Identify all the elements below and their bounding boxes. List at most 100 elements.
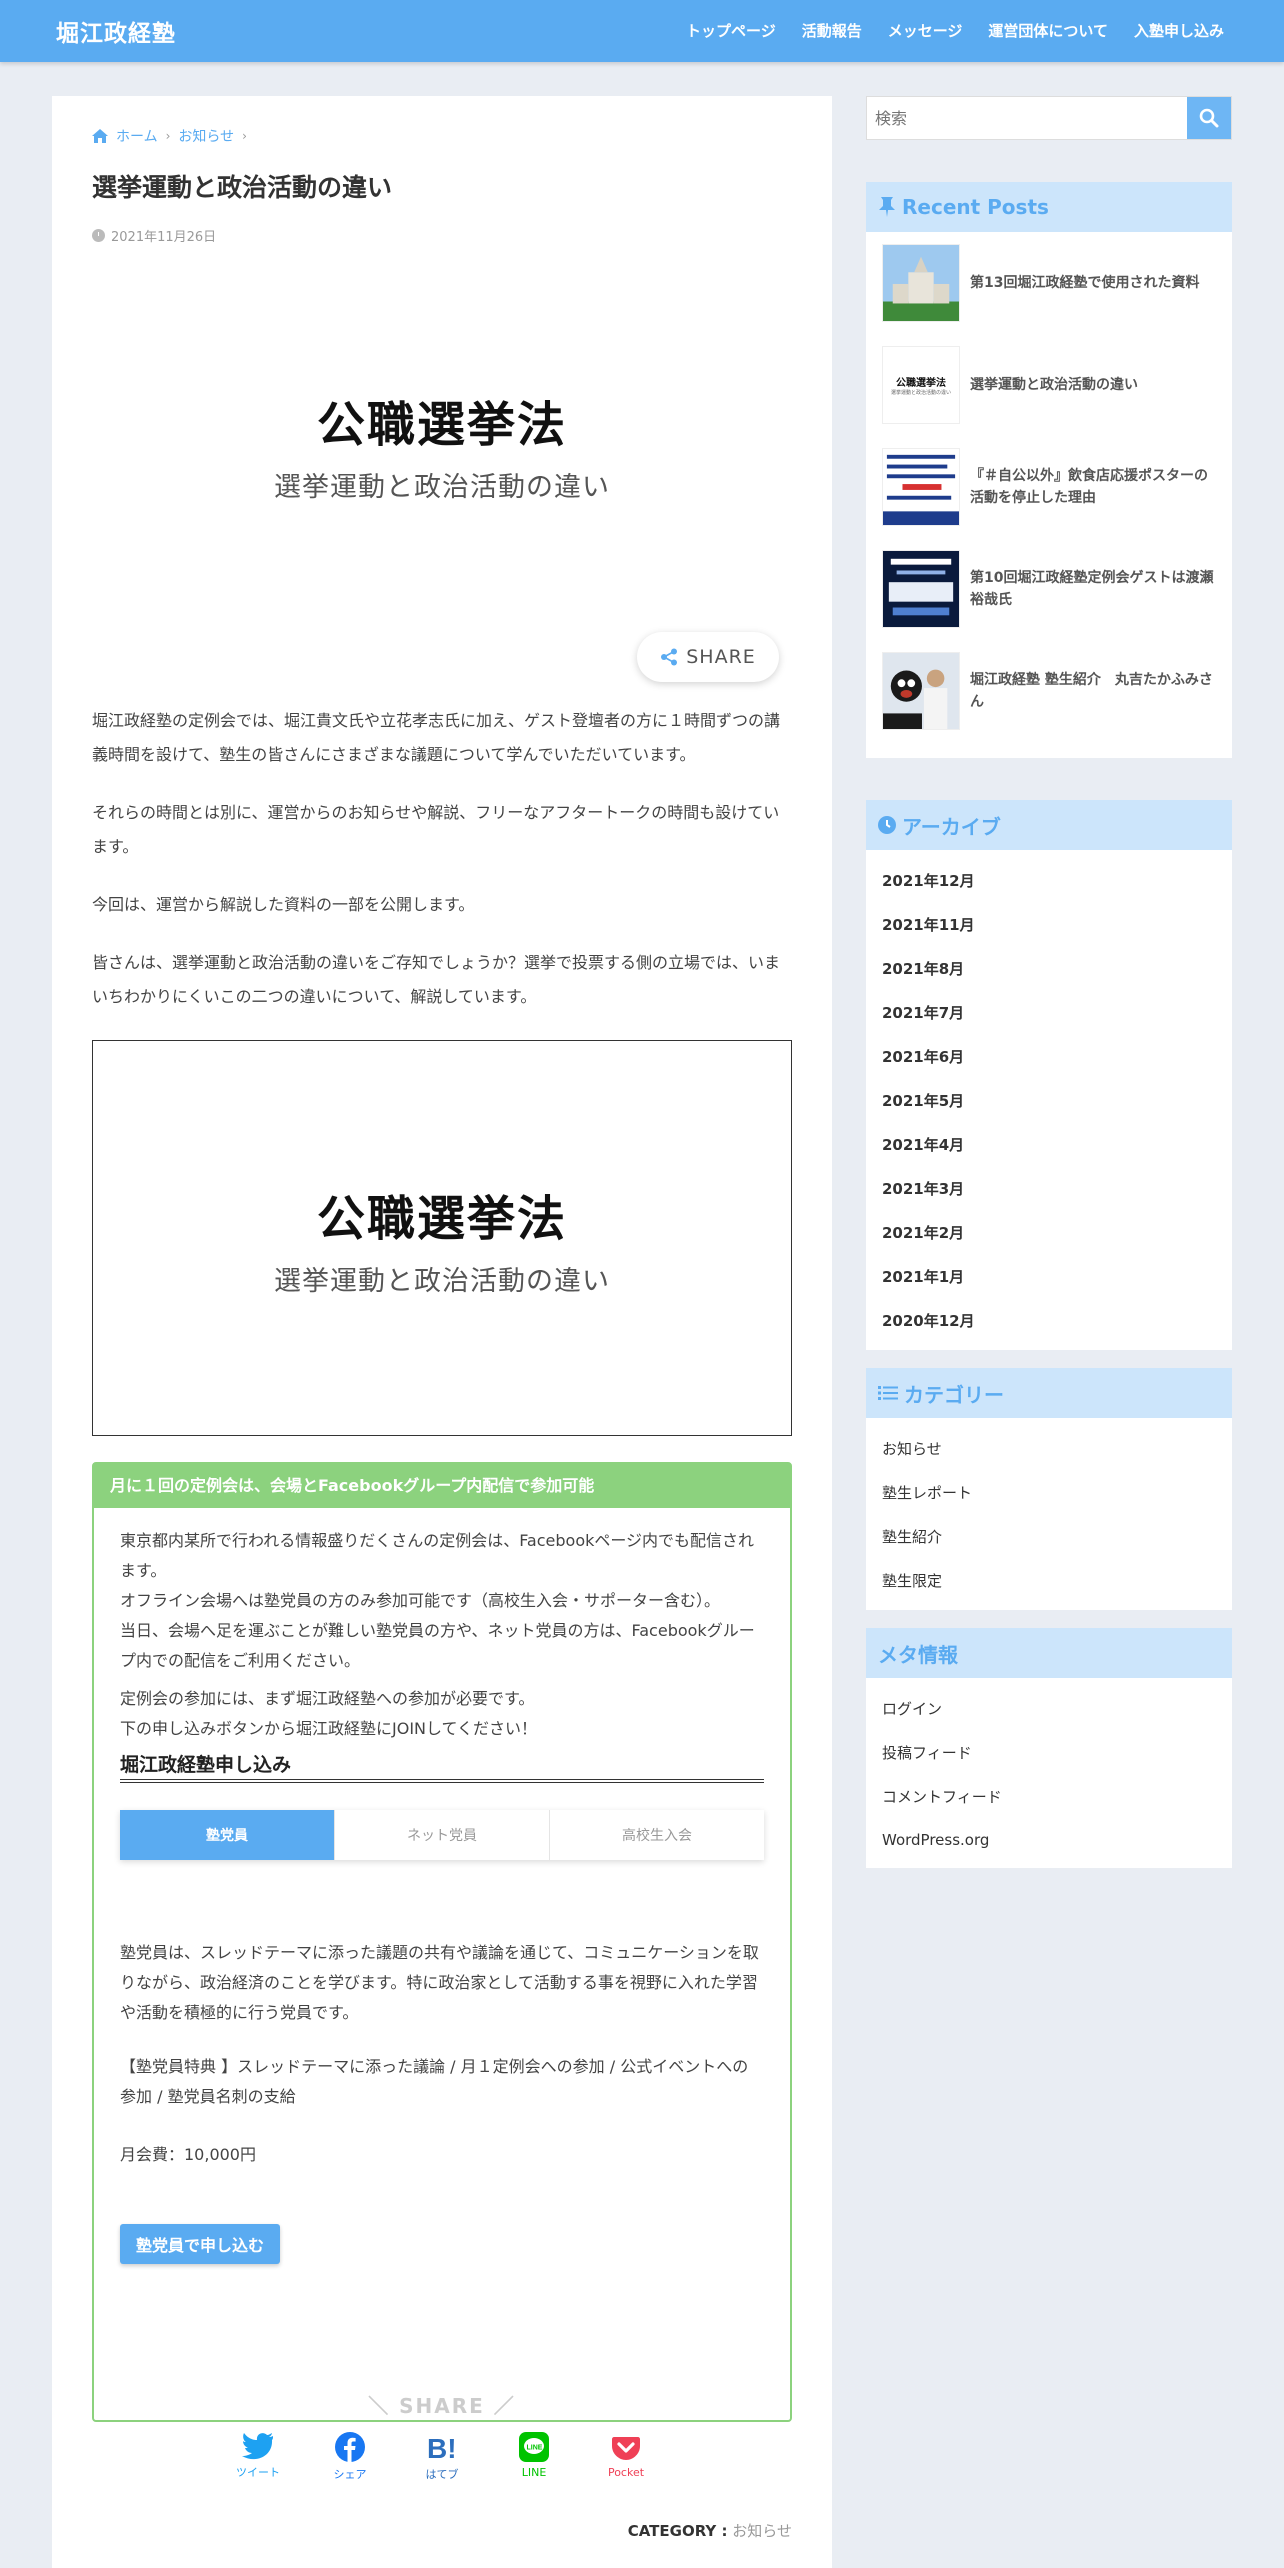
category-item[interactable]: 塾生限定 [866, 1558, 1232, 1602]
recent-post-title: 第13回堀江政経塾で使用された資料 [970, 275, 1200, 291]
search-icon [1199, 108, 1219, 128]
join-heading: 堀江政経塾申し込み [120, 1750, 764, 1783]
recent-post-item[interactable]: 第10回堀江政経塾定例会ゲストは渡瀬裕哉氏 [866, 538, 1232, 640]
post-thumbnail [882, 448, 960, 526]
archive-item[interactable]: 2021年3月 [866, 1166, 1232, 1210]
pin-icon [879, 197, 895, 217]
page-title: 選挙運動と政治活動の違い [92, 173, 393, 202]
main-nav: トップページ 活動報告 メッセージ 運営団体について 入塾申し込み [686, 20, 1224, 41]
image-main-text: 公職選挙法 [316, 1190, 567, 1247]
breadcrumb-home[interactable]: ホーム [116, 126, 158, 146]
join-button[interactable]: 塾党員で申し込む [120, 2224, 281, 2264]
line-share-button[interactable]: LINE LINE [506, 2432, 562, 2482]
breadcrumb-category[interactable]: お知らせ [178, 126, 234, 146]
archive-item[interactable]: 2020年12月 [866, 1298, 1232, 1342]
site-header: 堀江政経塾 トップページ 活動報告 メッセージ 運営団体について 入塾申し込み [0, 0, 1284, 62]
category-link[interactable]: お知らせ [732, 2522, 792, 2540]
facebook-share-button[interactable]: シェア [322, 2432, 378, 2482]
category-heading: カテゴリー [866, 1368, 1232, 1418]
recent-post-item[interactable]: 『＃自公以外』飲食店応援ポスターの活動を停止した理由 [866, 436, 1232, 538]
image-sub-text: 選挙運動と政治活動の違い [274, 1265, 610, 1297]
svg-text:B!: B! [427, 2433, 457, 2462]
paragraph-3: 今回は、運営から解説した資料の一部を公開します。 [92, 895, 475, 914]
hatena-icon: B! [427, 2433, 457, 2462]
archive-heading: アーカイブ [866, 800, 1232, 850]
post-thumbnail [882, 550, 960, 628]
line-label: LINE [521, 2466, 547, 2479]
meta-item-comment-feed[interactable]: コメントフィード [866, 1774, 1232, 1818]
category-item[interactable]: 塾生紹介 [866, 1514, 1232, 1558]
archive-item[interactable]: 2021年8月 [866, 946, 1232, 990]
eyecatch-image: 公職選挙法 選挙運動と政治活動の違い [92, 334, 792, 554]
thumb-sub-text: 選挙運動と政治活動の違い [890, 390, 951, 396]
search-input[interactable] [867, 97, 1187, 139]
search-button[interactable] [1187, 97, 1231, 139]
post-thumbnail [882, 244, 960, 322]
list-icon [878, 1386, 898, 1400]
post-thumbnail: 公職選挙法 選挙運動と政治活動の違い [882, 346, 960, 424]
archive-widget: アーカイブ 2021年12月 2021年11月 2021年8月 2021年7月 … [866, 800, 1232, 1350]
category-widget: カテゴリー お知らせ 塾生レポート 塾生紹介 塾生限定 [866, 1368, 1232, 1610]
info-box-body: 東京都内某所で行われる情報盛りだくさんの定例会は、Facebookページ内でも配… [94, 1508, 790, 1744]
site-title[interactable]: 堀江政経塾 [56, 14, 176, 48]
archive-item[interactable]: 2021年5月 [866, 1078, 1232, 1122]
recent-post-item[interactable]: 堀江政経塾 塾生紹介 丸吉たかふみさん [866, 640, 1232, 742]
tab-juku-member[interactable]: 塾党員 [120, 1810, 335, 1860]
nav-about[interactable]: 運営団体について [988, 20, 1108, 41]
hatena-label: はてブ [425, 2468, 459, 2481]
recent-post-title: 第10回堀江政経塾定例会ゲストは渡瀬裕哉氏 [970, 570, 1214, 608]
article-card: ホーム › お知らせ › 選挙運動と政治活動の違い 2021年11月26日 公職… [52, 96, 832, 2568]
archive-item[interactable]: 2021年1月 [866, 1254, 1232, 1298]
category-item[interactable]: お知らせ [866, 1426, 1232, 1470]
meta-item-login[interactable]: ログイン [866, 1686, 1232, 1730]
recent-post-title: 『＃自公以外』飲食店応援ポスターの活動を停止した理由 [970, 468, 1208, 506]
info-text-5: 下の申し込みボタンから堀江政経塾にJOINしてください！ [120, 1719, 538, 1738]
archive-item[interactable]: 2021年6月 [866, 1034, 1232, 1078]
tweet-label: ツイート [236, 2466, 280, 2479]
meta-item-feed[interactable]: 投稿フィード [866, 1730, 1232, 1774]
archive-item[interactable]: 2021年4月 [866, 1122, 1232, 1166]
recent-post-title: 堀江政経塾 塾生紹介 丸吉たかふみさん [970, 672, 1213, 710]
post-date-text: 2021年11月26日 [111, 230, 217, 245]
chevron-right-icon: › [165, 129, 171, 143]
hatena-share-button[interactable]: B! はてブ [414, 2432, 470, 2482]
breadcrumb: ホーム › お知らせ › [92, 126, 247, 146]
recent-posts-heading: Recent Posts [866, 182, 1232, 232]
archive-item[interactable]: 2021年12月 [866, 858, 1232, 902]
eyecatch-sub-text: 選挙運動と政治活動の違い [274, 471, 610, 503]
archive-item[interactable]: 2021年2月 [866, 1210, 1232, 1254]
nav-message[interactable]: メッセージ [888, 20, 963, 41]
category-title: カテゴリー [904, 1382, 1004, 1407]
meta-widget: メタ情報 ログイン 投稿フィード コメントフィード WordPress.org [866, 1628, 1232, 1868]
pocket-share-button[interactable]: Pocket [598, 2432, 654, 2482]
share-button[interactable]: SHARE [637, 632, 779, 682]
tab-highschool[interactable]: 高校生入会 [550, 1810, 764, 1860]
post-date: 2021年11月26日 [92, 226, 216, 245]
thumb-title-text: 公職選挙法 [896, 378, 946, 389]
facebook-label: シェア [333, 2468, 367, 2481]
meta-item-wordpress[interactable]: WordPress.org [866, 1818, 1232, 1862]
meta-list: ログイン 投稿フィード コメントフィード WordPress.org [866, 1678, 1232, 1862]
eyecatch-main-text: 公職選挙法 [316, 396, 567, 453]
paragraph-4: 皆さんは、選挙運動と政治活動の違いをご存知でしょうか？選挙で投票する側の立場では… [92, 953, 781, 1006]
twitter-share-button[interactable]: ツイート [230, 2432, 286, 2482]
info-text-4: 定例会の参加には、まず堀江政経塾への参加が必要です。 [120, 1689, 535, 1708]
archive-item[interactable]: 2021年7月 [866, 990, 1232, 1034]
info-text-2: オフライン会場へは塾党員の方のみ参加可能です（高校生入会・サポーター含む）。 [120, 1591, 721, 1610]
nav-join[interactable]: 入塾申し込み [1134, 20, 1224, 41]
recent-post-item[interactable]: 第13回堀江政経塾で使用された資料 [866, 232, 1232, 334]
archive-list: 2021年12月 2021年11月 2021年8月 2021年7月 2021年6… [866, 850, 1232, 1342]
nav-top[interactable]: トップページ [686, 20, 776, 41]
share-label: SHARE [686, 646, 756, 668]
category-label: CATEGORY : [627, 2522, 728, 2540]
category-item[interactable]: 塾生レポート [866, 1470, 1232, 1514]
info-box-heading: 月に１回の定例会は、会場とFacebookグループ内配信で参加可能 [94, 1464, 790, 1508]
meta-title: メタ情報 [878, 1642, 958, 1667]
membership-tabs: 塾党員 ネット党員 高校生入会 [120, 1810, 764, 1860]
info-box: 月に１回の定例会は、会場とFacebookグループ内配信で参加可能 東京都内某所… [92, 1462, 792, 2422]
tab-net-member[interactable]: ネット党員 [335, 1810, 550, 1860]
recent-post-item[interactable]: 公職選挙法 選挙運動と政治活動の違い 選挙運動と政治活動の違い [866, 334, 1232, 436]
archive-item[interactable]: 2021年11月 [866, 902, 1232, 946]
clock-icon [878, 816, 896, 834]
nav-activity[interactable]: 活動報告 [802, 20, 862, 41]
